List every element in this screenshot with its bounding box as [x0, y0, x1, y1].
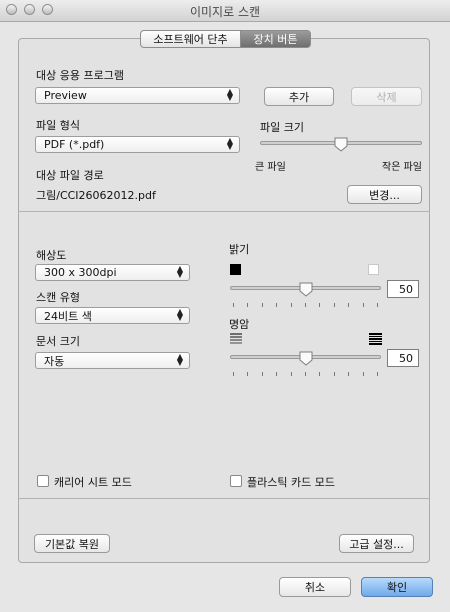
tab-device-button[interactable]: 장치 버튼	[240, 30, 311, 48]
file-size-min-label: 큰 파일	[255, 162, 286, 173]
slider-tick	[233, 303, 234, 307]
slider-tick	[262, 372, 263, 376]
slider-tick	[348, 303, 349, 307]
slider-tick	[305, 303, 306, 307]
light-swatch-icon	[368, 264, 379, 275]
cancel-button[interactable]: 취소	[279, 577, 351, 597]
slider-tick	[262, 303, 263, 307]
resolution-label: 해상도	[36, 249, 67, 262]
file-type-select[interactable]: PDF (*.pdf) ▲ ▼	[35, 136, 240, 153]
slider-tick	[334, 372, 335, 376]
high-contrast-icon	[369, 333, 382, 345]
file-size-slider-thumb[interactable]	[334, 137, 348, 152]
brightness-value-field[interactable]: 50	[387, 280, 419, 298]
contrast-value-field[interactable]: 50	[387, 349, 419, 367]
doc-size-select[interactable]: 자동 ▲ ▼	[35, 352, 190, 369]
doc-size-label: 문서 크기	[36, 335, 80, 348]
slider-tick	[233, 372, 234, 376]
advanced-settings-button[interactable]: 고급 설정...	[339, 534, 414, 553]
file-type-value: PDF (*.pdf)	[44, 138, 105, 151]
delete-button[interactable]: 삭제	[351, 87, 422, 106]
carrier-sheet-label: 캐리어 시트 모드	[54, 476, 132, 489]
slider-tick	[247, 303, 248, 307]
dark-swatch-icon	[230, 264, 241, 275]
slider-tick	[377, 303, 378, 307]
ok-button[interactable]: 확인	[361, 577, 433, 597]
slider-tick	[305, 372, 306, 376]
slider-tick	[319, 372, 320, 376]
file-type-label: 파일 형식	[36, 119, 80, 132]
popup-arrows-icon: ▲ ▼	[176, 352, 183, 367]
scan-type-value: 24비트 색	[44, 309, 92, 323]
slider-tick	[276, 303, 277, 307]
slider-tick	[348, 372, 349, 376]
slider-tick	[291, 372, 292, 376]
separator	[18, 211, 430, 212]
contrast-label: 명암	[229, 318, 250, 331]
slider-tick	[319, 303, 320, 307]
carrier-sheet-checkbox[interactable]	[37, 475, 49, 487]
scan-type-select[interactable]: 24비트 색 ▲ ▼	[35, 307, 190, 324]
window-title: 이미지로 스캔	[189, 5, 261, 19]
slider-tick	[276, 372, 277, 376]
dest-path-label: 대상 파일 경로	[36, 169, 104, 182]
separator	[18, 498, 430, 499]
slider-tick	[291, 303, 292, 307]
popup-arrows-icon: ▲ ▼	[176, 307, 183, 322]
contrast-slider-thumb[interactable]	[299, 351, 313, 366]
target-app-value: Preview	[44, 89, 87, 102]
slider-tick	[247, 372, 248, 376]
resolution-value: 300 x 300dpi	[44, 266, 117, 279]
plastic-card-label: 플라스틱 카드 모드	[247, 476, 335, 489]
low-contrast-icon	[230, 333, 242, 344]
reset-defaults-button[interactable]: 기본값 복원	[34, 534, 110, 553]
doc-size-value: 자동	[44, 354, 65, 368]
slider-tick	[334, 303, 335, 307]
popup-arrows-icon: ▲ ▼	[176, 264, 183, 279]
file-size-max-label: 작은 파일	[382, 162, 422, 173]
popup-arrows-icon: ▲ ▼	[226, 136, 233, 151]
brightness-label: 밝기	[229, 243, 250, 256]
contrast-ticks	[233, 372, 378, 376]
resolution-select[interactable]: 300 x 300dpi ▲ ▼	[35, 264, 190, 281]
target-app-label: 대상 응용 프로그램	[36, 69, 124, 82]
file-size-label: 파일 크기	[260, 121, 304, 134]
dest-path-value: 그림/CCI26062012.pdf	[36, 189, 156, 202]
add-button[interactable]: 추가	[264, 87, 334, 106]
change-path-button[interactable]: 변경...	[347, 185, 422, 204]
popup-arrows-icon: ▲ ▼	[226, 87, 233, 102]
tab-software-button[interactable]: 소프트웨어 단추	[140, 30, 241, 48]
slider-tick	[363, 303, 364, 307]
slider-tick	[377, 372, 378, 376]
target-app-select[interactable]: Preview ▲ ▼	[35, 87, 240, 104]
brightness-ticks	[233, 303, 378, 307]
brightness-slider-thumb[interactable]	[299, 282, 313, 297]
scan-type-label: 스캔 유형	[36, 291, 80, 304]
slider-tick	[363, 372, 364, 376]
plastic-card-checkbox[interactable]	[230, 475, 242, 487]
